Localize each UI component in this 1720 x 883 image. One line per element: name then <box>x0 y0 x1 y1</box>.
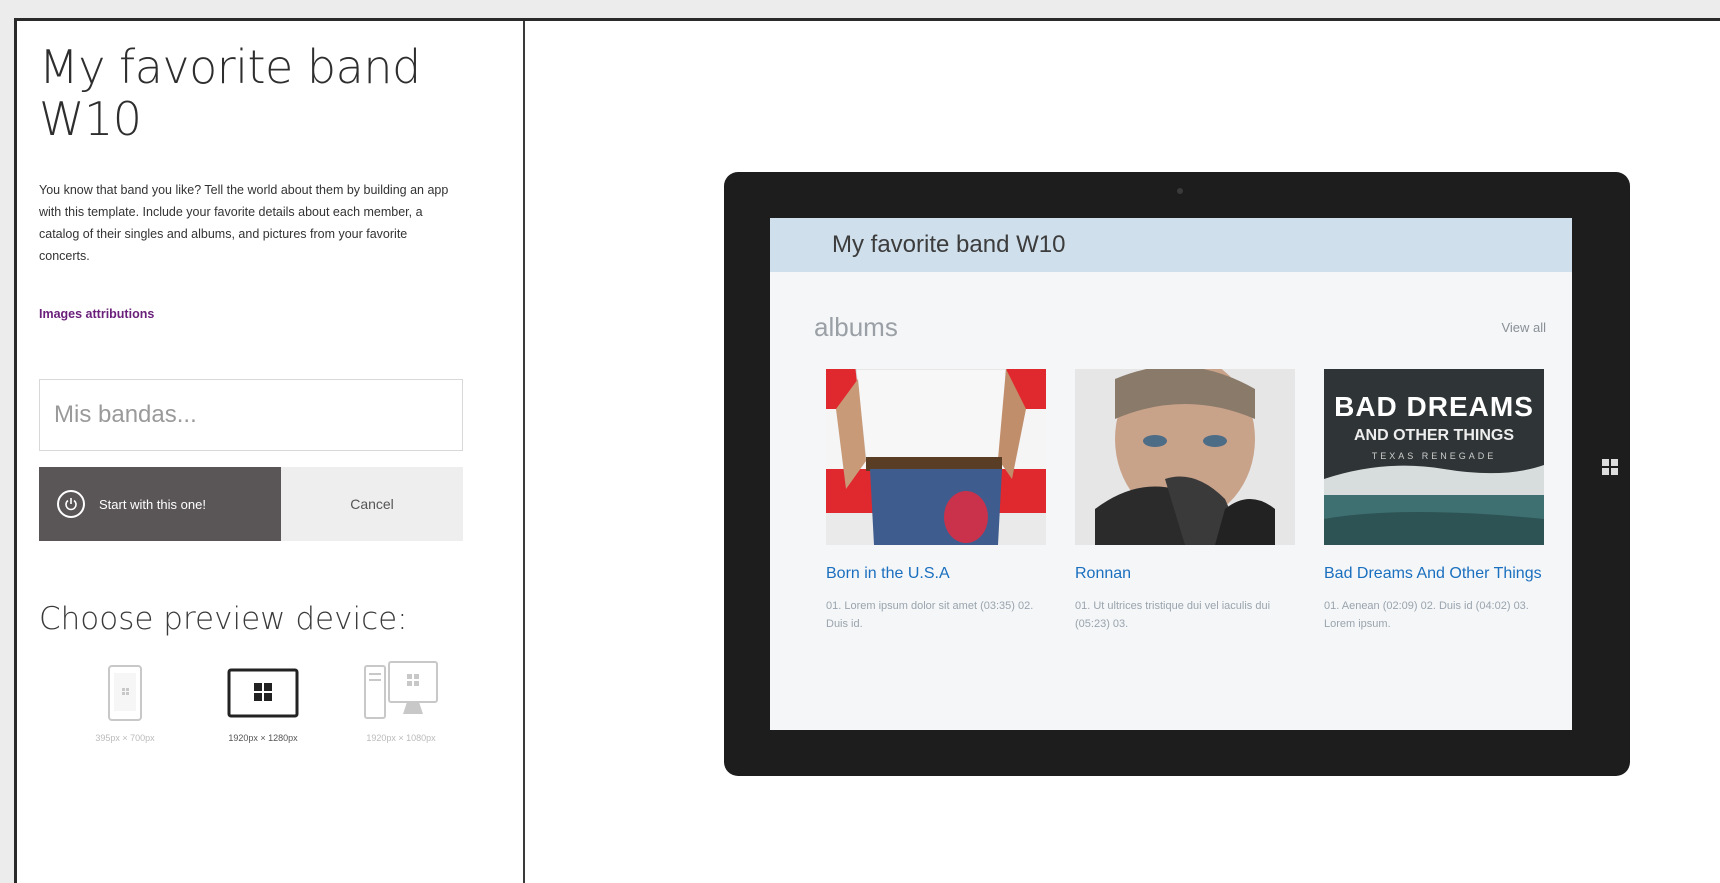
choose-device-heading: Choose preview device: <box>39 601 408 637</box>
album-card[interactable]: Ronnan 01. Ut ultrices tristique dui vel… <box>1075 369 1295 633</box>
album-title: Ronnan <box>1075 565 1132 582</box>
template-title: My favorite band W10 <box>39 40 421 146</box>
phone-icon <box>108 665 142 721</box>
tablet-icon <box>227 668 299 718</box>
start-button-label: Start with this one! <box>99 496 206 512</box>
album-title: Bad Dreams And Other Things <box>1324 565 1542 582</box>
album-tracks: 01. Ut ultrices tristique dui vel iaculi… <box>1075 600 1271 630</box>
app-name-input[interactable] <box>39 379 463 451</box>
view-all-link[interactable]: View all <box>1501 320 1546 335</box>
album-cover-image: BAD DREAMS AND OTHER THINGS TEXAS RENEGA… <box>1324 369 1544 545</box>
template-details-panel: My favorite band W10 You know that band … <box>17 21 525 883</box>
windows-logo-icon <box>1602 459 1618 480</box>
album-cover-image <box>826 369 1046 545</box>
power-icon <box>57 490 85 518</box>
device-option-desktop[interactable]: 1920px × 1080px <box>341 661 461 743</box>
album-cover-image <box>1075 369 1295 545</box>
device-label-tablet: 1920px × 1280px <box>228 733 298 743</box>
app-window: My favorite band W10 You know that band … <box>14 18 1720 883</box>
cover-text-subtitle: AND OTHER THINGS <box>1354 427 1514 444</box>
device-label-phone: 395px × 700px <box>95 733 155 743</box>
preview-screen: My favorite band W10 albums View all Bor… <box>770 218 1572 730</box>
preview-app-title: My favorite band W10 <box>832 231 1066 258</box>
album-title: Born in the U.S.A <box>826 565 950 582</box>
cover-text-artist: TEXAS RENEGADE <box>1371 451 1497 461</box>
cover-text-title: BAD DREAMS <box>1334 391 1534 422</box>
device-label-desktop: 1920px × 1080px <box>366 733 436 743</box>
tablet-preview-frame: My favorite band W10 albums View all Bor… <box>724 172 1630 776</box>
preview-app-bar: My favorite band W10 <box>770 218 1572 272</box>
desktop-icon <box>364 661 438 719</box>
camera-dot <box>1177 188 1183 194</box>
albums-section-title: albums <box>814 312 898 342</box>
cancel-button[interactable]: Cancel <box>281 467 463 541</box>
album-card[interactable]: Born in the U.S.A 01. Lorem ipsum dolor … <box>826 369 1046 633</box>
album-tracks: 01. Lorem ipsum dolor sit amet (03:35) 0… <box>826 600 1034 630</box>
images-attributions-link[interactable]: Images attributions <box>39 307 154 321</box>
template-description: You know that band you like? Tell the wo… <box>39 183 449 263</box>
start-with-this-button[interactable]: Start with this one! <box>39 467 281 541</box>
device-option-phone[interactable]: 395px × 700px <box>65 661 185 743</box>
album-tracks: 01. Aenean (02:09) 02. Duis id (04:02) 0… <box>1324 600 1529 630</box>
album-card[interactable]: BAD DREAMS AND OTHER THINGS TEXAS RENEGA… <box>1324 369 1544 633</box>
device-option-tablet[interactable]: 1920px × 1280px <box>203 661 323 743</box>
